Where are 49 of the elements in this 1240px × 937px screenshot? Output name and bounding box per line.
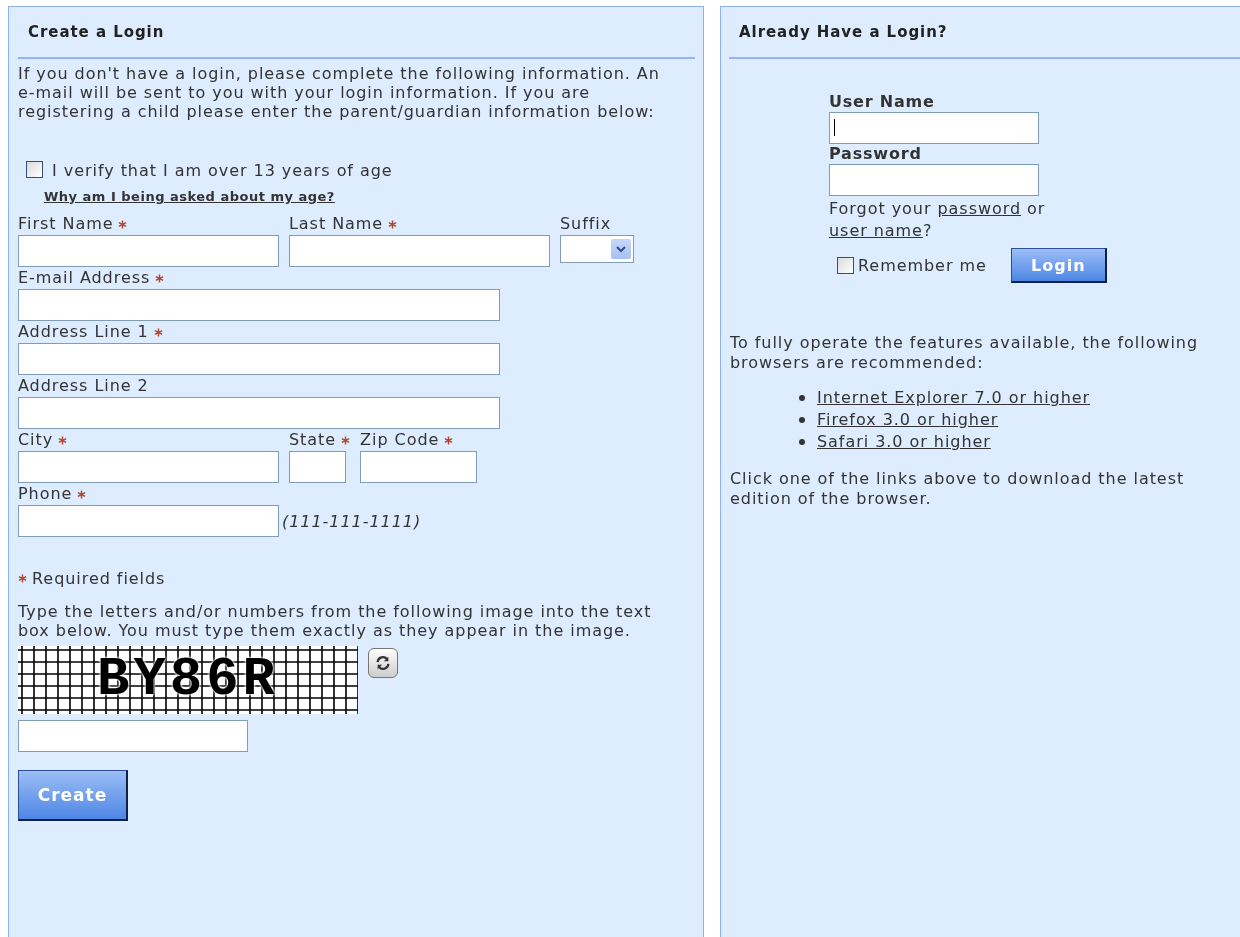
username-label: User Name <box>829 92 936 112</box>
required-asterisk-icon <box>18 574 27 583</box>
username-input-field[interactable] <box>829 112 1039 144</box>
remember-checkbox[interactable] <box>837 257 854 274</box>
field-label: Phone <box>18 483 73 505</box>
forgot-link[interactable]: user name <box>829 221 923 240</box>
password-label: Password <box>829 144 923 164</box>
download-note: Click one of the links above to download the latest edition of the browser. <box>730 469 1186 509</box>
text-input-field[interactable] <box>18 235 279 267</box>
panel-title: Create a Login <box>18 7 695 59</box>
text-input-field[interactable] <box>18 343 500 375</box>
forgot-link[interactable]: password <box>937 199 1022 218</box>
format-hint: (111-111-1111) <box>282 511 422 531</box>
bullet-icon <box>799 395 805 401</box>
text-input-field[interactable] <box>289 451 346 483</box>
panel-title: Already Have a Login? <box>729 7 1240 59</box>
field-label: Last Name <box>289 213 384 235</box>
text-input-field[interactable] <box>18 451 279 483</box>
field-label: State <box>289 429 337 451</box>
field-label: Address Line 1 <box>18 321 149 343</box>
browser-download-link[interactable]: Firefox 3.0 or higher <box>817 409 999 431</box>
text-input-field[interactable] <box>360 451 478 483</box>
age-checkbox-label: I verify that I am over 13 years of age <box>52 161 393 180</box>
field-label: Suffix <box>560 213 612 235</box>
browser-recommendation-text: To fully operate the features available, the following browsers are recommended: <box>730 333 1200 373</box>
field-label: First Name <box>18 213 114 235</box>
password-input-field[interactable] <box>829 164 1039 196</box>
field-label: E-mail Address <box>18 267 151 289</box>
field-label: Address Line 2 <box>18 375 149 397</box>
remember-checkbox-label: Remember me <box>858 256 987 275</box>
text-input-field[interactable] <box>18 289 500 321</box>
age-checkbox[interactable] <box>26 161 43 178</box>
forgot-credentials-text: Forgot your password or user name? <box>829 198 1047 242</box>
intro-text: If you don't have a login, please complete the following information. An e-mail will be sent to you with your login information. If you are registering a child please enter the parent/guardian information below: <box>18 64 661 121</box>
text-input-field[interactable] <box>18 397 500 429</box>
captcha-instructions: Type the letters and/or numbers from the following image into the text box below. You must type them exactly as they appear in the image. <box>18 602 653 640</box>
bullet-icon <box>799 417 805 423</box>
suffix-dropdown[interactable] <box>560 235 634 263</box>
browser-download-link[interactable]: Internet Explorer 7.0 or higher <box>817 387 1091 409</box>
field-label: City <box>18 429 54 451</box>
browser-download-link[interactable]: Safari 3.0 or higher <box>817 431 991 453</box>
captcha-input-field[interactable] <box>18 720 248 752</box>
text-input-field[interactable] <box>289 235 550 267</box>
age-info-link[interactable]: Why am I being asked about my age? <box>44 189 335 204</box>
field-label: Zip Code <box>360 429 440 451</box>
text-input-field[interactable] <box>18 505 279 537</box>
required-fields-note: Required fields <box>32 569 166 588</box>
bullet-icon <box>799 439 805 445</box>
refresh-icon[interactable] <box>368 648 398 678</box>
